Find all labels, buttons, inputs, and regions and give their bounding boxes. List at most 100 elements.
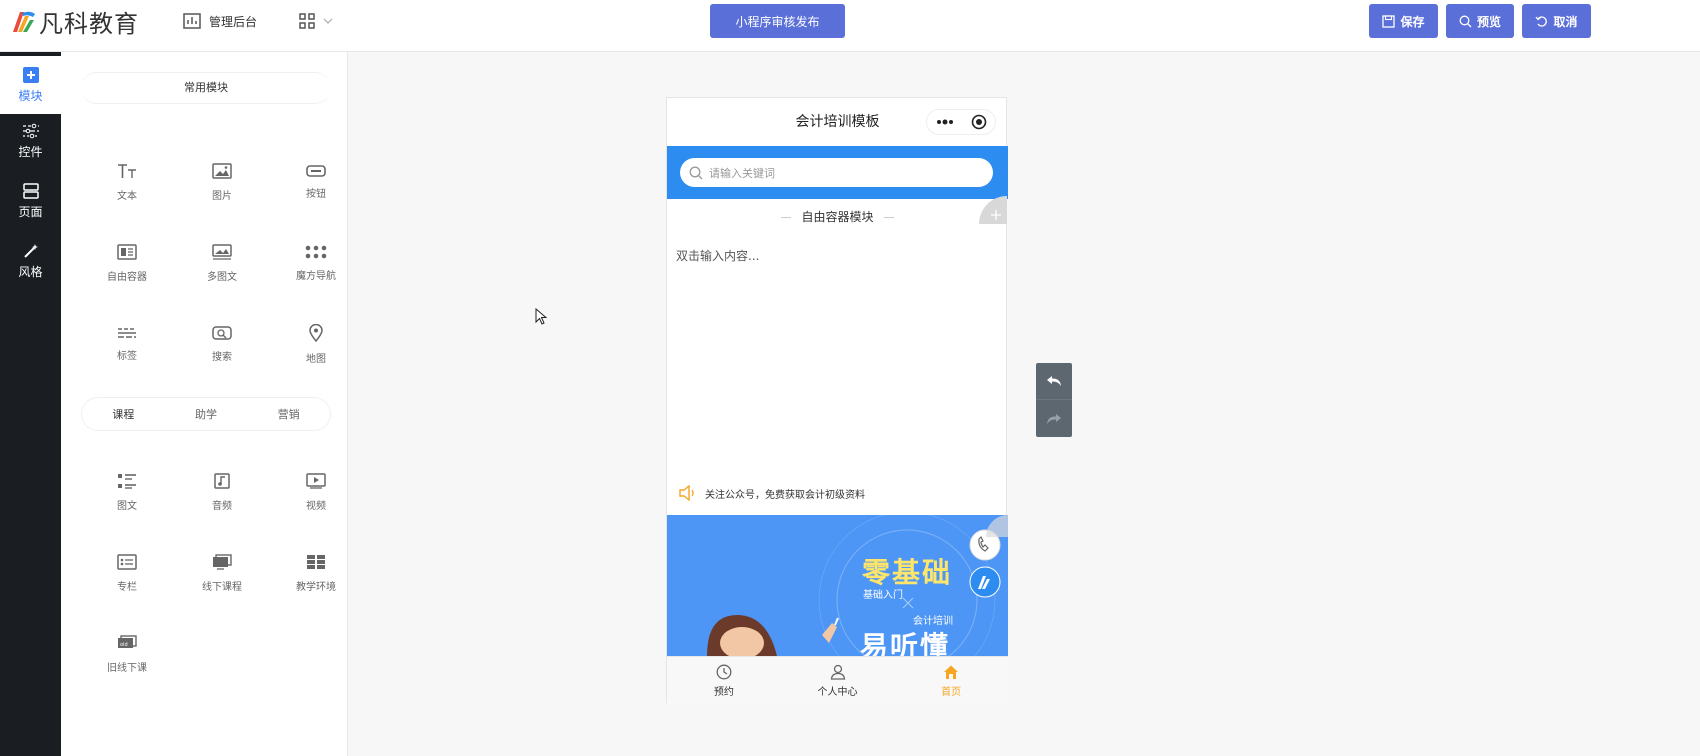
- clock-icon: [716, 664, 732, 679]
- module-article[interactable]: 图文: [82, 462, 172, 522]
- module-free-container[interactable]: 自由容器: [82, 233, 172, 293]
- module-tag[interactable]: 标签: [82, 314, 172, 374]
- tab-course[interactable]: 课程: [82, 406, 165, 422]
- user-icon: [830, 664, 845, 680]
- list-icon: [118, 473, 136, 489]
- notice-bar[interactable]: 关注公众号，免费获取会计初级资料: [679, 478, 865, 508]
- apps-menu[interactable]: [299, 12, 333, 30]
- search-input[interactable]: 请输入关键词: [680, 158, 993, 187]
- module-cube-nav[interactable]: 魔方导航: [271, 233, 361, 293]
- sidebar-item-control[interactable]: 控件: [0, 112, 61, 170]
- undo-redo-panel: [1036, 363, 1072, 437]
- preview-button[interactable]: 预览: [1446, 4, 1514, 38]
- module-search[interactable]: 搜索: [177, 314, 267, 374]
- undo-button[interactable]: [1036, 363, 1072, 400]
- preview-label: 预览: [1476, 14, 1501, 29]
- module-label: 专栏: [117, 581, 137, 593]
- admin-label: 管理后台: [209, 14, 258, 29]
- sidebar-item-module[interactable]: 模块: [0, 56, 61, 114]
- module-old-offline[interactable]: old 旧线下课: [82, 624, 172, 684]
- speaker-icon: [679, 485, 694, 501]
- save-label: 保存: [1400, 14, 1425, 29]
- tab-home[interactable]: 首页: [894, 657, 1008, 704]
- tab-study-aid[interactable]: 助学: [165, 406, 248, 422]
- component-panel: 常用模块 文本 图片 按钮 自由容器 多图文 魔方导航 标签 搜索 地图 课程 …: [61, 52, 348, 756]
- text-icon: [118, 163, 136, 178]
- search-icon: [689, 166, 703, 179]
- bottom-tab-bar: 预约 个人中心 首页: [667, 656, 1008, 704]
- tab-profile[interactable]: 个人中心: [781, 657, 895, 704]
- module-image[interactable]: 图片: [177, 152, 267, 212]
- module-offline-course[interactable]: 线下课程: [177, 543, 267, 603]
- image-icon: [212, 162, 232, 179]
- module-label: 图片: [212, 190, 232, 202]
- cancel-button[interactable]: 取消: [1522, 4, 1591, 38]
- module-label: 按钮: [306, 188, 326, 200]
- sidebar-item-label: 页面: [18, 204, 43, 219]
- search-icon: [1459, 15, 1472, 27]
- module-label: 文本: [117, 190, 137, 202]
- redo-arrow-icon: [1047, 413, 1061, 424]
- undo-arrow-icon: [1047, 376, 1061, 386]
- module-map[interactable]: 地图: [271, 314, 361, 374]
- multi-image-icon: [212, 243, 232, 260]
- common-modules-title: 常用模块: [81, 72, 331, 104]
- banner-line1: 零基础: [862, 556, 953, 589]
- banner-line4: 易听懂: [860, 630, 951, 656]
- offline-course-icon: [213, 553, 232, 570]
- container-icon: [117, 243, 137, 260]
- module-label: 魔方导航: [296, 270, 336, 282]
- search-module[interactable]: 请输入关键词: [667, 146, 1008, 199]
- sidebar-item-page[interactable]: 页面: [0, 172, 61, 230]
- tab-marketing[interactable]: 营销: [247, 406, 330, 422]
- module-video[interactable]: 视频: [271, 462, 361, 522]
- top-bar: 凡科教育 管理后台 小程序审核发布 保存 预览 取消: [0, 0, 1700, 52]
- module-label: 自由容器: [107, 271, 147, 283]
- sidebar-item-label: 模块: [18, 88, 43, 103]
- module-label: 标签: [117, 350, 137, 362]
- banner-image[interactable]: 零基础 基础入门 会计培训 易听懂: [667, 515, 1008, 656]
- grid-dots-icon: [305, 245, 327, 258]
- redo-button[interactable]: [1036, 400, 1072, 437]
- module-label: 音频: [212, 500, 232, 512]
- free-container-body[interactable]: 双击输入内容...: [676, 247, 759, 264]
- admin-link[interactable]: 管理后台: [183, 12, 257, 30]
- plus-square-icon: [22, 66, 39, 83]
- tab-booking[interactable]: 预约: [667, 657, 781, 704]
- free-container-title: 自由容器模块: [667, 208, 1008, 225]
- logo-text: 凡科教育: [39, 9, 139, 38]
- apps-grid-icon: [299, 13, 315, 29]
- module-label: 多图文: [207, 271, 237, 283]
- old-offline-icon: old: [118, 634, 137, 648]
- cancel-label: 取消: [1553, 14, 1578, 29]
- map-pin-icon: [309, 323, 323, 342]
- module-label: 旧线下课: [107, 662, 147, 674]
- module-column[interactable]: 专栏: [82, 543, 172, 603]
- module-label: 地图: [306, 353, 326, 365]
- sidebar-item-style[interactable]: 风格: [0, 232, 61, 290]
- module-button[interactable]: 按钮: [271, 152, 361, 212]
- publish-button[interactable]: 小程序审核发布: [710, 4, 845, 38]
- target-icon: [971, 114, 986, 130]
- left-sidebar: 模块 控件 页面 风格: [0, 52, 61, 756]
- module-text[interactable]: 文本: [82, 152, 172, 212]
- environment-icon: [307, 554, 325, 569]
- banner-line2: 基础入门: [863, 590, 903, 601]
- module-label: 图文: [117, 500, 137, 512]
- video-icon: [306, 472, 326, 489]
- save-button[interactable]: 保存: [1369, 4, 1438, 38]
- module-label: 视频: [306, 500, 326, 512]
- save-icon: [1382, 14, 1396, 28]
- music-icon: [214, 472, 230, 489]
- sidebar-item-label: 控件: [18, 144, 43, 159]
- magic-wand-icon: [23, 243, 38, 258]
- tab-label: 首页: [941, 686, 962, 698]
- module-multi-image[interactable]: 多图文: [177, 233, 267, 293]
- module-environment[interactable]: 教学环境: [271, 543, 361, 603]
- sliders-icon: [22, 123, 39, 138]
- module-audio[interactable]: 音频: [177, 462, 267, 522]
- sidebar-item-label: 风格: [18, 264, 43, 279]
- mouse-cursor-icon: [535, 308, 547, 325]
- layout-icon: [22, 182, 39, 199]
- chevron-down-icon: [323, 18, 333, 24]
